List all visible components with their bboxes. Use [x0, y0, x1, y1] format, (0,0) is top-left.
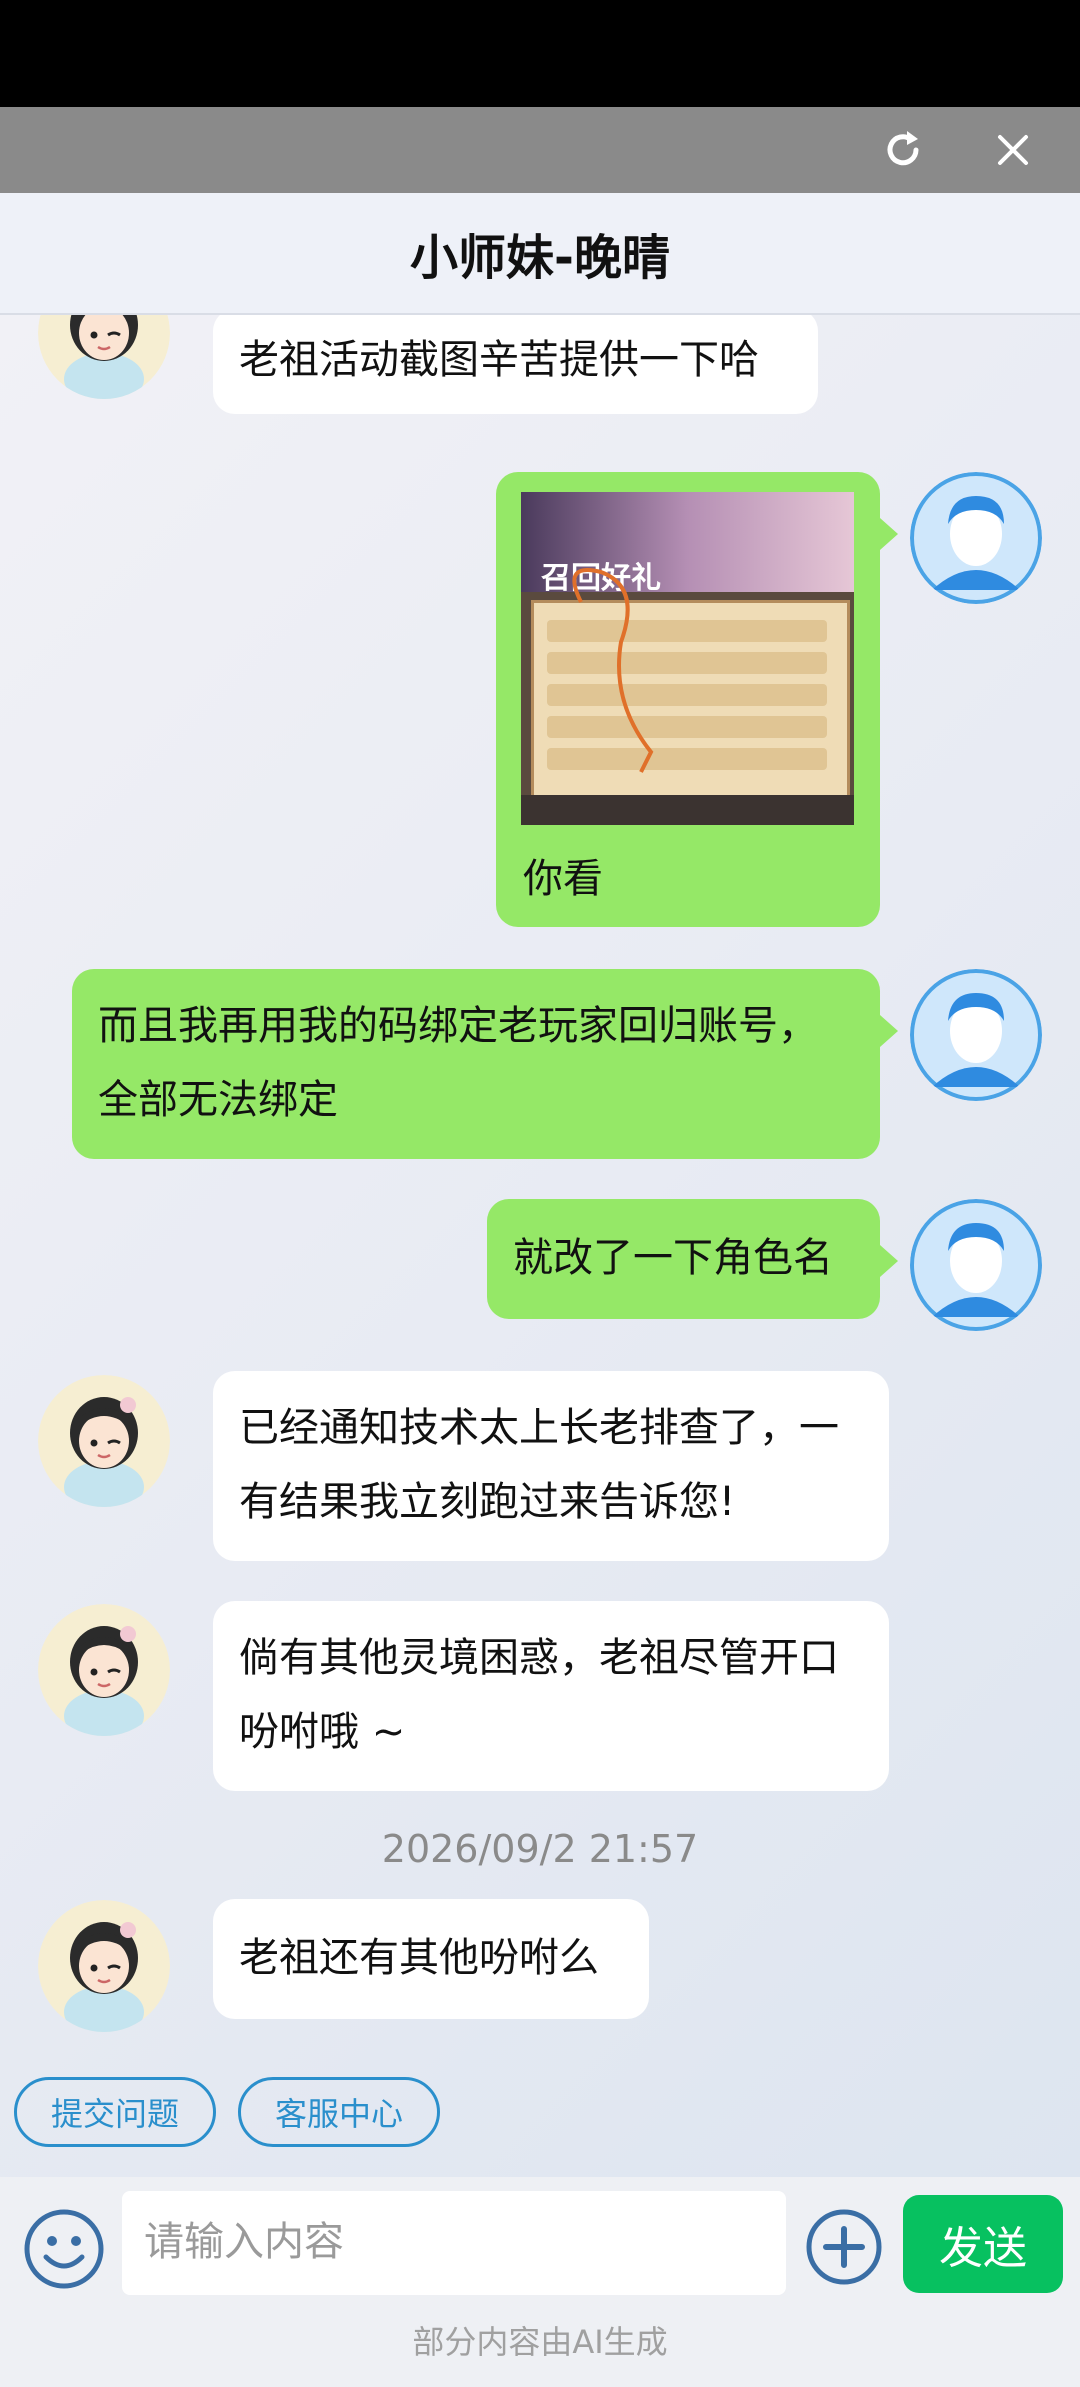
message-bubble[interactable]: 而且我再用我的码绑定老玩家回归账号，全部无法绑定	[72, 969, 898, 1159]
emoji-icon[interactable]	[22, 2207, 106, 2291]
shared-screenshot[interactable]: 召回好礼	[521, 492, 854, 825]
message-bubble[interactable]: 老祖活动截图辛苦提供一下哈	[213, 315, 818, 414]
close-icon[interactable]	[990, 127, 1036, 173]
window-toolbar	[0, 107, 1080, 193]
refresh-icon[interactable]	[880, 127, 926, 173]
message-text: 老祖还有其他吩咐么	[239, 1935, 599, 1981]
message-input[interactable]: 请输入内容	[122, 2191, 786, 2295]
message-text: 你看	[523, 856, 603, 902]
message-list[interactable]: 老祖活动截图辛苦提供一下哈 召回好礼 你看 而且我再用我的码绑定老玩家回归账号，…	[0, 315, 1080, 2177]
image-message-bubble[interactable]: 召回好礼 你看	[496, 472, 898, 927]
agent-avatar[interactable]	[38, 1604, 170, 1736]
ai-disclaimer: 部分内容由AI生成	[412, 2323, 668, 2361]
message-timestamp: 2026/09/2 21:57	[381, 1827, 699, 1871]
agent-avatar[interactable]	[38, 1375, 170, 1507]
agent-avatar[interactable]	[38, 315, 170, 399]
message-text: 已经通知技术太上长老排查了，一有结果我立刻跑过来告诉您!	[239, 1405, 839, 1525]
user-avatar[interactable]	[910, 969, 1042, 1101]
message-bubble[interactable]: 已经通知技术太上长老排查了，一有结果我立刻跑过来告诉您!	[213, 1371, 889, 1561]
send-button[interactable]: 发送	[903, 2195, 1063, 2293]
add-attachment-icon[interactable]	[804, 2207, 884, 2287]
message-bubble[interactable]: 就改了一下角色名	[487, 1199, 898, 1319]
chat-title: 小师妹-晚晴	[0, 193, 1080, 315]
message-bubble[interactable]: 倘有其他灵境困惑，老祖尽管开口吩咐哦 ~	[213, 1601, 889, 1791]
submit-issue-button[interactable]: 提交问题	[14, 2077, 216, 2147]
message-text: 倘有其他灵境困惑，老祖尽管开口吩咐哦 ~	[239, 1635, 839, 1755]
user-avatar[interactable]	[910, 472, 1042, 604]
message-bubble[interactable]: 老祖还有其他吩咐么	[213, 1899, 649, 2019]
status-bar	[0, 0, 1080, 107]
message-text: 就改了一下角色名	[513, 1235, 833, 1281]
message-composer: 请输入内容 发送 部分内容由AI生成	[0, 2177, 1080, 2387]
message-text: 老祖活动截图辛苦提供一下哈	[239, 337, 759, 383]
user-avatar[interactable]	[910, 1199, 1042, 1331]
service-center-button[interactable]: 客服中心	[238, 2077, 440, 2147]
message-text: 而且我再用我的码绑定老玩家回归账号，全部无法绑定	[98, 1003, 818, 1123]
agent-avatar[interactable]	[38, 1900, 170, 2032]
